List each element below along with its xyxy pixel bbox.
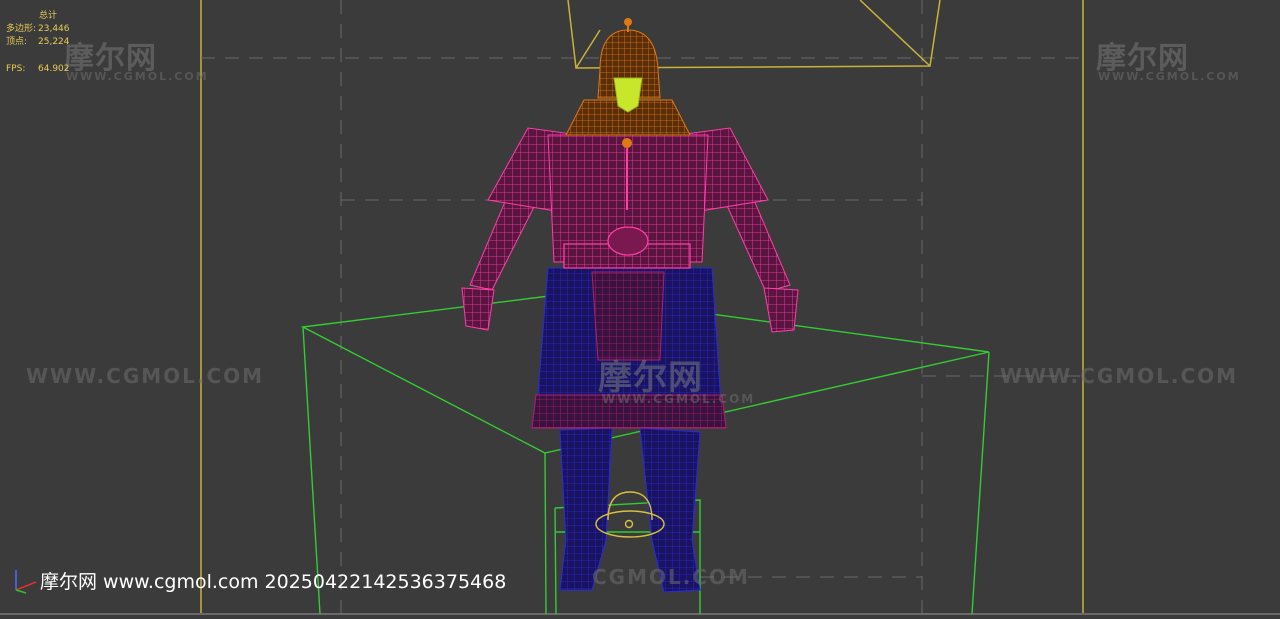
watermark-url-left: WWW.CGMOL.COM <box>26 364 265 388</box>
stats-polygons-row: 多边形: 23,446 <box>6 23 70 36</box>
watermark-url-center: WWW.CGMOL.COM <box>602 392 756 406</box>
stats-fps-label: FPS: <box>6 64 26 74</box>
axis-tripod-icon <box>15 570 37 594</box>
stats-header: 总计 <box>39 11 58 21</box>
stats-fps-value: 64.902 <box>38 64 70 74</box>
viewport-statistics: 总计 多边形: 23,446 顶点: 25,224 FPS: 64.902 <box>6 10 70 76</box>
watermark-url-bottom: CGMOL.COM <box>592 565 750 589</box>
watermark-url-top-left: WWW.CGMOL.COM <box>66 70 209 83</box>
stats-polygons-value: 23,446 <box>38 24 70 34</box>
stats-polygons-label: 多边形: <box>6 24 37 34</box>
stats-vertices-value: 25,224 <box>38 37 70 47</box>
3d-viewport[interactable]: 摩尔网 WWW.CGMOL.COM 摩尔网 WWW.CGMOL.COM 摩尔网 … <box>0 0 1280 619</box>
watermark-url-right: WWW.CGMOL.COM <box>1000 364 1239 388</box>
viewport-canvas <box>0 0 1280 615</box>
stats-fps-row: FPS: 64.902 <box>6 63 70 76</box>
footer-caption: 摩尔网 www.cgmol.com 20250422142536375468 <box>40 571 507 593</box>
stats-vertices-row: 顶点: 25,224 <box>6 36 70 49</box>
stats-vertices-label: 顶点: <box>6 37 28 47</box>
character-model[interactable] <box>461 18 799 593</box>
watermark-url-top-right: WWW.CGMOL.COM <box>1098 70 1241 83</box>
